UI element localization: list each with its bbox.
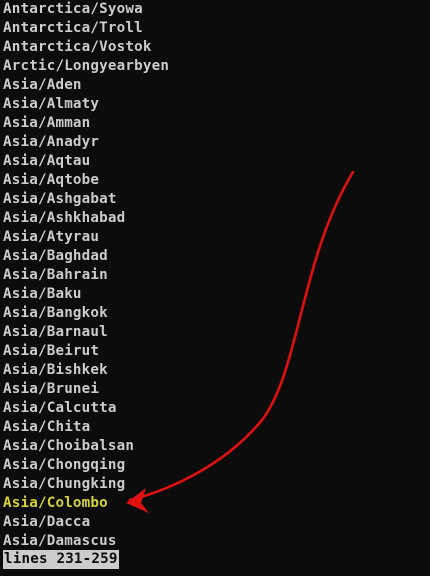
timezone-line: Antarctica/Syowa	[3, 1, 143, 17]
timezone-line: Asia/Baku	[3, 286, 82, 302]
timezone-line: Asia/Choibalsan	[3, 438, 135, 454]
timezone-line: Asia/Amman	[3, 115, 91, 131]
timezone-line: Asia/Ashkhabad	[3, 210, 126, 226]
timezone-line: Asia/Dacca	[3, 514, 91, 530]
timezone-line: Asia/Bangkok	[3, 305, 108, 321]
timezone-line: Asia/Baghdad	[3, 248, 108, 264]
timezone-line: Asia/Aden	[3, 77, 82, 93]
timezone-line: Asia/Chita	[3, 419, 91, 435]
terminal-window[interactable]: Antarctica/Syowa Antarctica/Troll Antarcti…	[0, 0, 430, 576]
timezone-line: Arctic/Longyearbyen	[3, 58, 170, 74]
timezone-line: Antarctica/Vostok	[3, 39, 152, 55]
timezone-line: Asia/Barnaul	[3, 324, 108, 340]
timezone-line: Asia/Damascus	[3, 533, 117, 549]
timezone-line: Antarctica/Troll	[3, 20, 143, 36]
timezone-line: Asia/Beirut	[3, 343, 100, 359]
timezone-line: Asia/Calcutta	[3, 400, 117, 416]
timezone-line: Asia/Chongqing	[3, 457, 126, 473]
pager-status-line: lines 231-259	[3, 550, 119, 569]
timezone-line: Asia/Chungking	[3, 476, 126, 492]
timezone-list: Antarctica/Syowa Antarctica/Troll Antarcti…	[3, 0, 169, 551]
timezone-line: Asia/Anadyr	[3, 134, 100, 150]
timezone-line: Asia/Atyrau	[3, 229, 100, 245]
timezone-line: Asia/Aqtobe	[3, 172, 100, 188]
timezone-line: Asia/Ashgabat	[3, 191, 117, 207]
timezone-line: Asia/Brunei	[3, 381, 100, 397]
highlighted-timezone-line: Asia/Colombo	[3, 495, 108, 511]
timezone-line: Asia/Almaty	[3, 96, 100, 112]
timezone-line: Asia/Aqtau	[3, 153, 91, 169]
timezone-line: Asia/Bishkek	[3, 362, 108, 378]
timezone-line: Asia/Bahrain	[3, 267, 108, 283]
